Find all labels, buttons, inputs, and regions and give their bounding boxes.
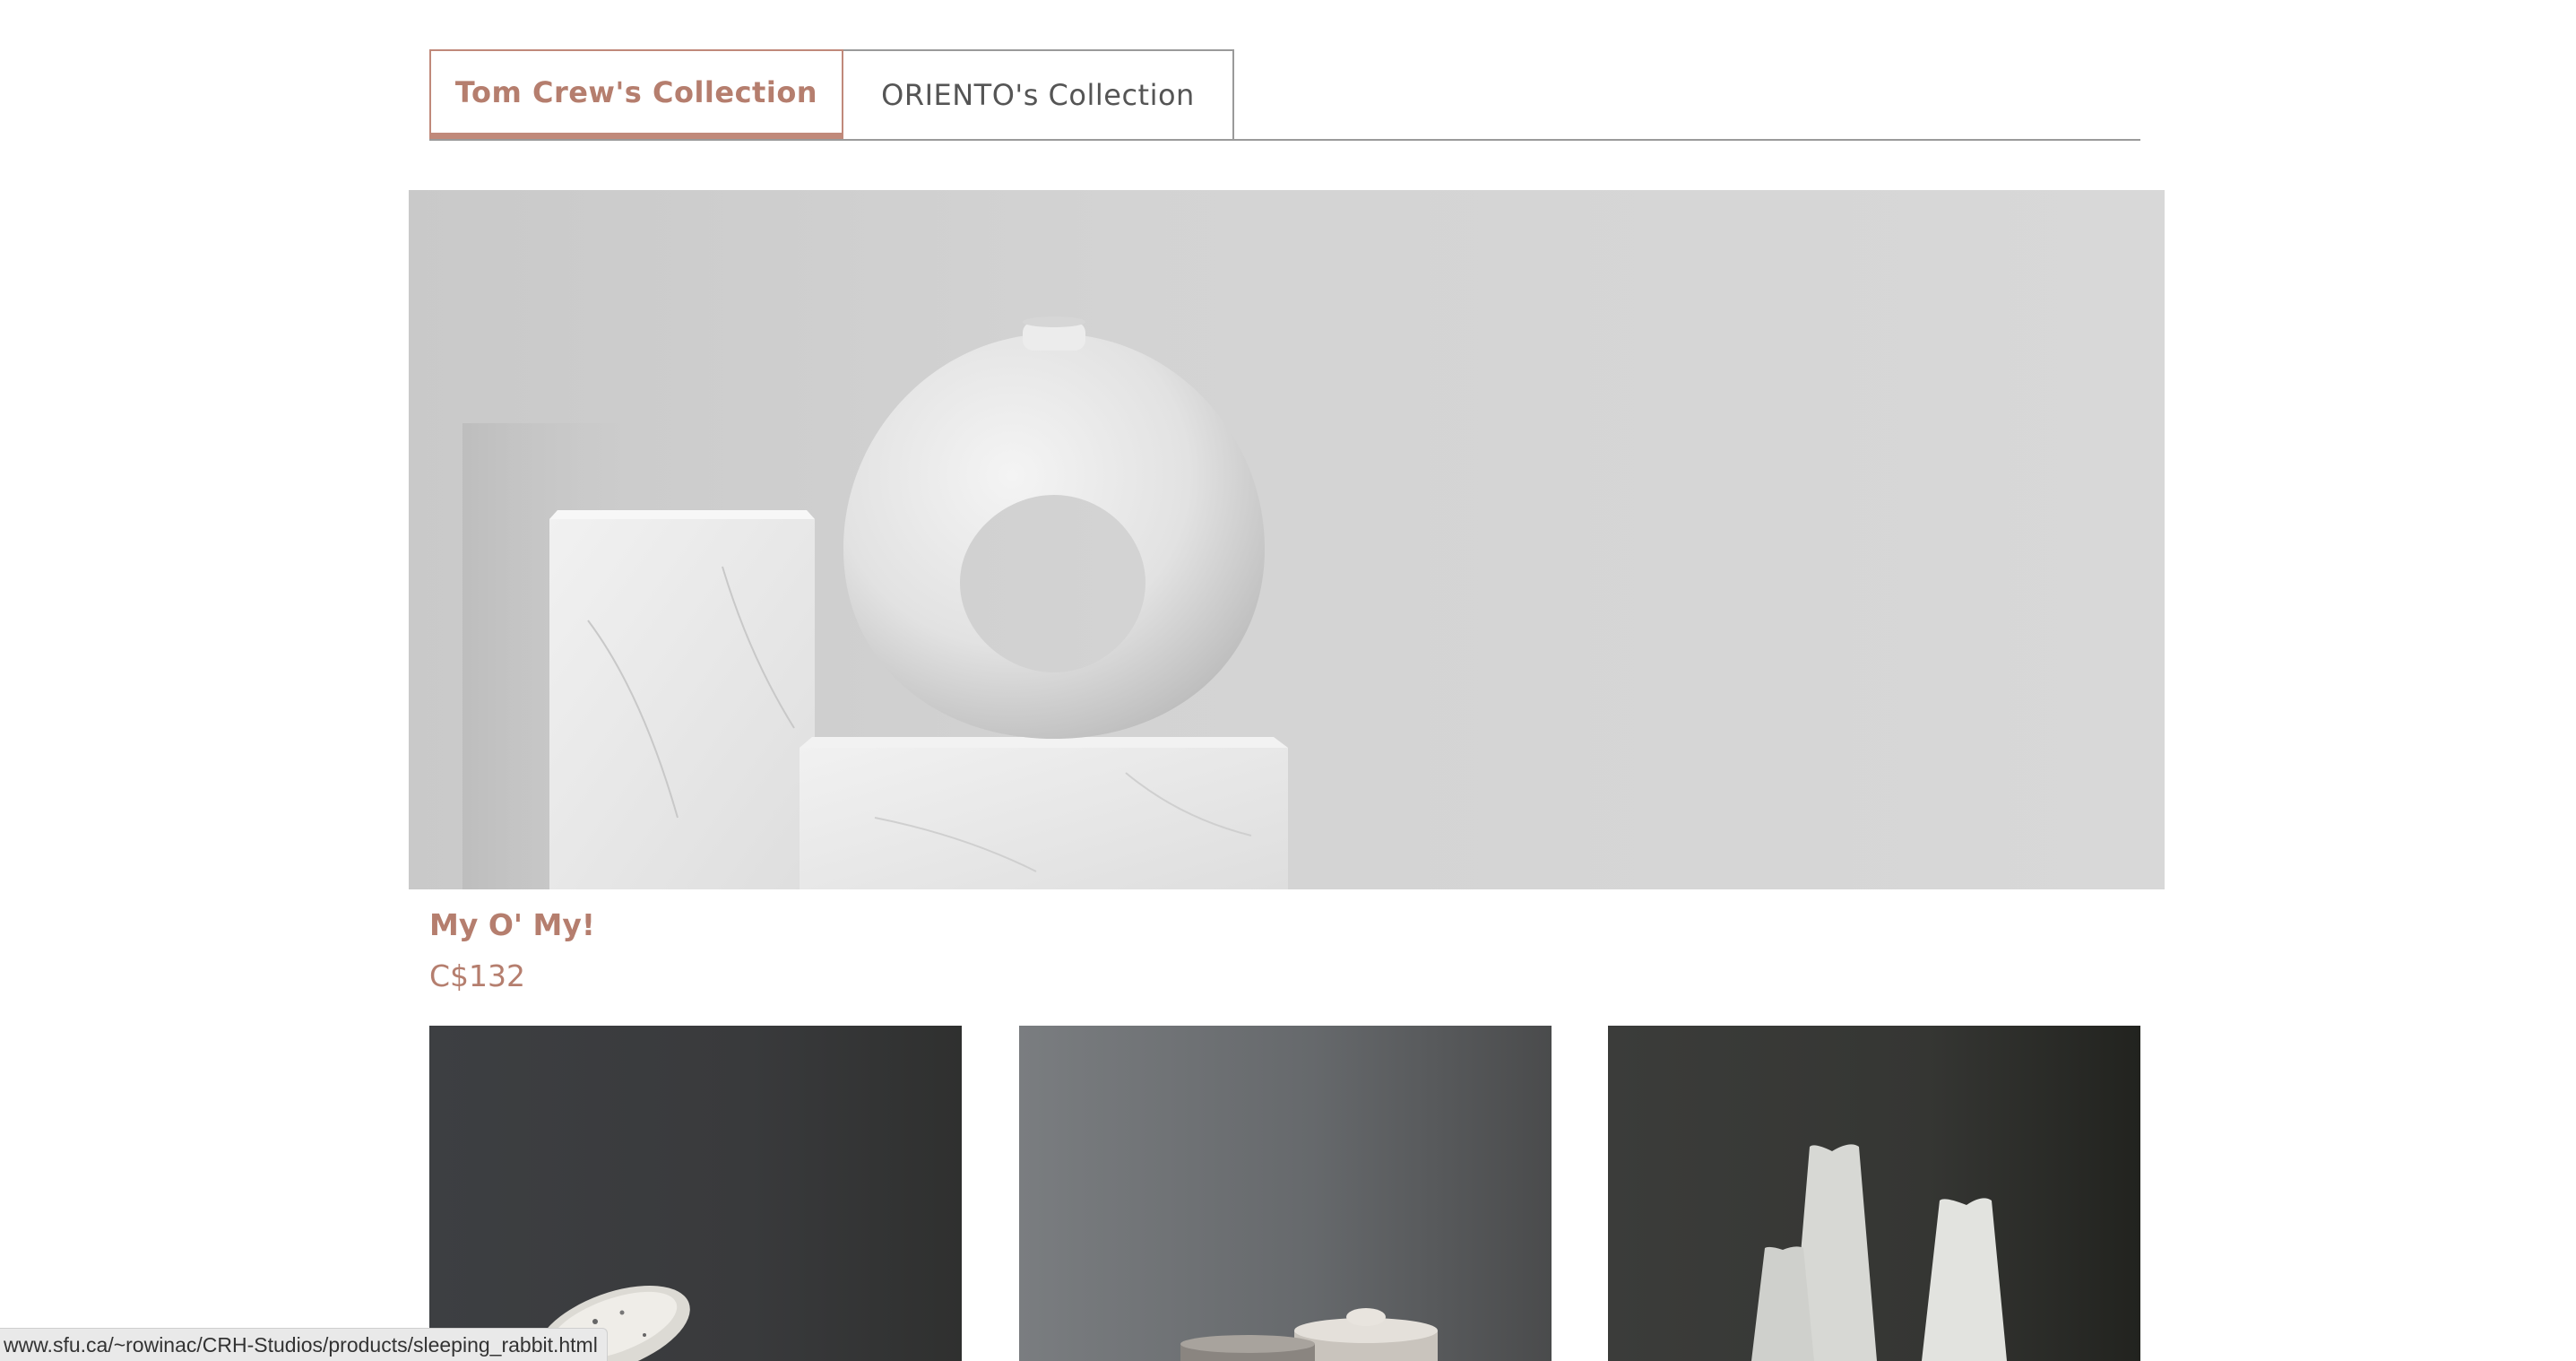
bowl-illustration — [536, 1285, 690, 1361]
tab-tom-crew-collection[interactable]: Tom Crew's Collection — [429, 49, 843, 139]
collection-tabs: Tom Crew's Collection ORIENTO's Collecti… — [429, 49, 2140, 141]
tab-oriento-collection[interactable]: ORIENTO's Collection — [843, 49, 1234, 139]
jar-illustration — [1180, 1308, 1438, 1361]
tab-label: ORIENTO's Collection — [881, 78, 1195, 112]
donut-vase-illustration — [462, 316, 1288, 889]
featured-product-image[interactable] — [409, 190, 2165, 889]
product-collection-page: Tom Crew's Collection ORIENTO's Collecti… — [0, 0, 2576, 1361]
product-title[interactable]: My O' My! — [429, 907, 595, 942]
product-thumbnail[interactable] — [1019, 1026, 1552, 1361]
product-thumbnail[interactable] — [1608, 1026, 2140, 1361]
browser-status-bar: www.sfu.ca/~rowinac/CRH-Studios/products… — [0, 1328, 608, 1361]
vases-illustration — [1751, 1144, 2007, 1361]
status-url: www.sfu.ca/~rowinac/CRH-Studios/products… — [4, 1332, 598, 1357]
product-price: C$132 — [429, 958, 526, 993]
tab-label: Tom Crew's Collection — [454, 74, 818, 109]
product-thumbnail[interactable] — [429, 1026, 962, 1361]
